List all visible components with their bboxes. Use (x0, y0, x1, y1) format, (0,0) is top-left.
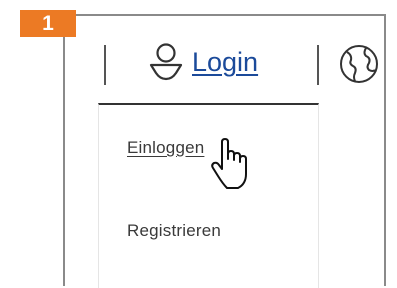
frame-right-border (384, 14, 386, 286)
frame-left-border (63, 37, 65, 286)
account-dropdown-menu: Einloggen Registrieren (98, 103, 319, 288)
menu-item-einloggen[interactable]: Einloggen (127, 138, 204, 158)
header-separator-right (317, 45, 319, 85)
header-separator-left (104, 45, 106, 85)
user-icon[interactable] (148, 42, 184, 84)
globe-icon[interactable] (338, 43, 380, 85)
frame-top-border (76, 14, 386, 16)
menu-item-registrieren[interactable]: Registrieren (127, 221, 221, 241)
hand-pointer-cursor-icon (211, 138, 247, 189)
step-badge: 1 (20, 10, 76, 37)
login-link[interactable]: Login (192, 45, 258, 79)
